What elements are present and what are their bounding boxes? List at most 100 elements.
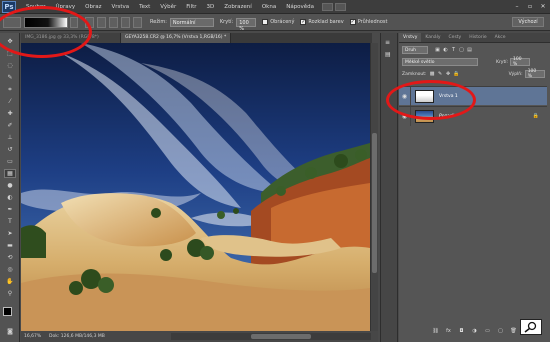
reflected-gradient-icon[interactable] bbox=[121, 16, 130, 28]
layer-style-icon[interactable]: fx bbox=[445, 327, 452, 334]
minimize-button[interactable]: – bbox=[512, 2, 522, 11]
radial-gradient-icon[interactable] bbox=[97, 16, 106, 28]
quick-select-tool-icon[interactable]: ✎ bbox=[4, 73, 16, 82]
dither-checkbox[interactable]: ✓ bbox=[300, 19, 307, 25]
document-canvas[interactable] bbox=[21, 43, 370, 331]
path-selection-tool-icon[interactable]: ➤ bbox=[4, 229, 16, 238]
diamond-gradient-icon[interactable] bbox=[133, 16, 142, 28]
menu-obraz[interactable]: Obraz bbox=[85, 4, 101, 10]
layers-panel: Vrstvy Kanály Cesty Historie Akce Druh ▣… bbox=[399, 33, 550, 342]
panel-expand-icon[interactable]: ≡ bbox=[385, 39, 390, 46]
restore-button[interactable]: ▫ bbox=[525, 2, 535, 11]
lock-icon: 🔒 bbox=[532, 113, 539, 119]
zoom-tool-icon[interactable]: ⚲ bbox=[4, 289, 16, 298]
healing-brush-tool-icon[interactable]: ✚ bbox=[4, 109, 16, 118]
tab-actions[interactable]: Akce bbox=[491, 33, 510, 42]
foreground-color-swatch[interactable] bbox=[3, 307, 12, 316]
lasso-tool-icon[interactable]: ◌ bbox=[4, 61, 16, 70]
opacity-label: Krytí: bbox=[219, 19, 234, 25]
lock-image-icon[interactable]: ✎ bbox=[437, 71, 444, 78]
angle-gradient-icon[interactable] bbox=[109, 16, 118, 28]
layer-filter-row: Druh ▣ ◐ T ▢ ▤ bbox=[402, 46, 474, 54]
crop-tool-icon[interactable]: ⌗ bbox=[4, 85, 16, 94]
3d-camera-tool-icon[interactable]: ◎ bbox=[4, 265, 16, 274]
collapsed-panel-dock: ≡ ▤ bbox=[380, 33, 398, 342]
horizontal-scroll-thumb[interactable] bbox=[251, 334, 311, 339]
transparency-checkbox[interactable]: ✓ bbox=[349, 19, 356, 25]
vertical-scroll-thumb[interactable] bbox=[372, 133, 377, 273]
panel-tab-strip: Vrstvy Kanály Cesty Historie Akce bbox=[399, 33, 550, 43]
close-button[interactable]: ✕ bbox=[538, 2, 548, 11]
menu-3d[interactable]: 3D bbox=[207, 4, 215, 10]
dodge-tool-icon[interactable]: ◐ bbox=[4, 193, 16, 202]
menu-vrstva[interactable]: Vrstva bbox=[111, 4, 129, 10]
layer-opacity-label: Krytí: bbox=[496, 59, 508, 65]
menu-filtr[interactable]: Filtr bbox=[186, 4, 196, 10]
shape-tool-icon[interactable]: ▬ bbox=[4, 241, 16, 250]
blur-tool-icon[interactable]: ● bbox=[4, 181, 16, 190]
reverse-checkbox[interactable] bbox=[262, 19, 269, 25]
tab-history[interactable]: Historie bbox=[465, 33, 490, 42]
filter-type-icon[interactable]: T bbox=[450, 47, 457, 54]
menu-napoveda[interactable]: Nápověda bbox=[286, 4, 314, 10]
blend-mode-select[interactable]: Měkké světlo bbox=[402, 58, 478, 66]
pen-tool-icon[interactable]: ✒ bbox=[4, 205, 16, 214]
filter-adjustment-icon[interactable]: ◐ bbox=[442, 47, 449, 54]
workspace-switcher[interactable]: Výchozí bbox=[512, 17, 544, 27]
screen-mode-buttons bbox=[322, 2, 347, 11]
tab-channels[interactable]: Kanály bbox=[421, 33, 444, 42]
tab-layers[interactable]: Vrstvy bbox=[399, 33, 422, 42]
layer-filter-select[interactable]: Druh bbox=[402, 46, 428, 54]
gradient-tool-icon[interactable]: ▦ bbox=[4, 169, 16, 178]
add-mask-icon[interactable]: ◘ bbox=[458, 327, 465, 334]
menu-vyber[interactable]: Výběr bbox=[160, 4, 176, 10]
delete-layer-icon[interactable]: 🗑 bbox=[510, 327, 517, 334]
mode-select[interactable]: Normální bbox=[169, 17, 214, 27]
horizontal-scrollbar[interactable] bbox=[171, 333, 371, 340]
quick-mask-icon[interactable]: ◙ bbox=[4, 327, 16, 336]
transparency-label: Průhlednost bbox=[357, 19, 388, 25]
menu-okna[interactable]: Okna bbox=[262, 4, 276, 10]
reverse-label: Obrácený bbox=[270, 19, 295, 25]
filter-pixel-icon[interactable]: ▣ bbox=[434, 47, 441, 54]
tab-geya3258[interactable]: GEYA3258.CR2 @ 16,7% (Vrstva 1,RGB/16) * bbox=[121, 33, 231, 43]
history-brush-tool-icon[interactable]: ↺ bbox=[4, 145, 16, 154]
hand-tool-icon[interactable]: ✋ bbox=[4, 277, 16, 286]
new-layer-icon[interactable]: ▢ bbox=[497, 327, 504, 334]
type-tool-icon[interactable]: T bbox=[4, 217, 16, 226]
status-bar: 16,67% Dok: 126,6 MB/146,3 MB bbox=[21, 331, 378, 342]
lock-position-icon[interactable]: ✥ bbox=[445, 71, 452, 78]
dither-label: Rozklad barev bbox=[308, 19, 344, 25]
fill-input[interactable]: 100 % bbox=[524, 69, 545, 79]
menu-zobrazeni[interactable]: Zobrazení bbox=[224, 4, 252, 10]
landscape-photo bbox=[21, 43, 370, 331]
new-group-icon[interactable]: ▭ bbox=[484, 327, 491, 334]
filter-smart-object-icon[interactable]: ▤ bbox=[466, 47, 473, 54]
lock-label: Zamknout: bbox=[402, 71, 427, 77]
lock-fill-row: Zamknout: ▩ ✎ ✥ 🔒 Výplň: 100 % bbox=[402, 69, 545, 79]
fill-label: Výplň: bbox=[508, 71, 523, 77]
tab-paths[interactable]: Cesty bbox=[445, 33, 466, 42]
eyedropper-tool-icon[interactable]: ⁄ bbox=[4, 97, 16, 106]
filter-shape-icon[interactable]: ▢ bbox=[458, 47, 465, 54]
menu-text[interactable]: Text bbox=[139, 4, 150, 10]
document-size: Dok: 126,6 MB/146,3 MB bbox=[49, 334, 105, 339]
clone-stamp-tool-icon[interactable]: ⊥ bbox=[4, 133, 16, 142]
history-panel-icon[interactable]: ▤ bbox=[385, 51, 391, 58]
arrange-button[interactable] bbox=[335, 2, 347, 11]
layer-opacity-input[interactable]: 100 % bbox=[510, 57, 530, 67]
brush-tool-icon[interactable]: ✐ bbox=[4, 121, 16, 130]
magnifier-logo bbox=[520, 319, 542, 335]
annotation-ellipse-layer bbox=[386, 80, 476, 120]
3d-rotate-tool-icon[interactable]: ⟲ bbox=[4, 253, 16, 262]
link-layers-icon[interactable]: ⛓ bbox=[432, 327, 439, 334]
adjustment-layer-icon[interactable]: ◑ bbox=[471, 327, 478, 334]
opacity-input[interactable]: 100 % bbox=[236, 17, 257, 32]
eraser-tool-icon[interactable]: ▭ bbox=[4, 157, 16, 166]
lock-all-icon[interactable]: 🔒 bbox=[453, 71, 460, 78]
lock-transparent-icon[interactable]: ▩ bbox=[429, 71, 436, 78]
menu-bar: Ps Soubor Úpravy Obraz Vrstva Text Výběr… bbox=[0, 0, 550, 14]
zoom-level[interactable]: 16,67% bbox=[21, 334, 41, 339]
screen-mode-button[interactable] bbox=[322, 2, 334, 11]
vertical-scrollbar[interactable] bbox=[370, 43, 378, 331]
